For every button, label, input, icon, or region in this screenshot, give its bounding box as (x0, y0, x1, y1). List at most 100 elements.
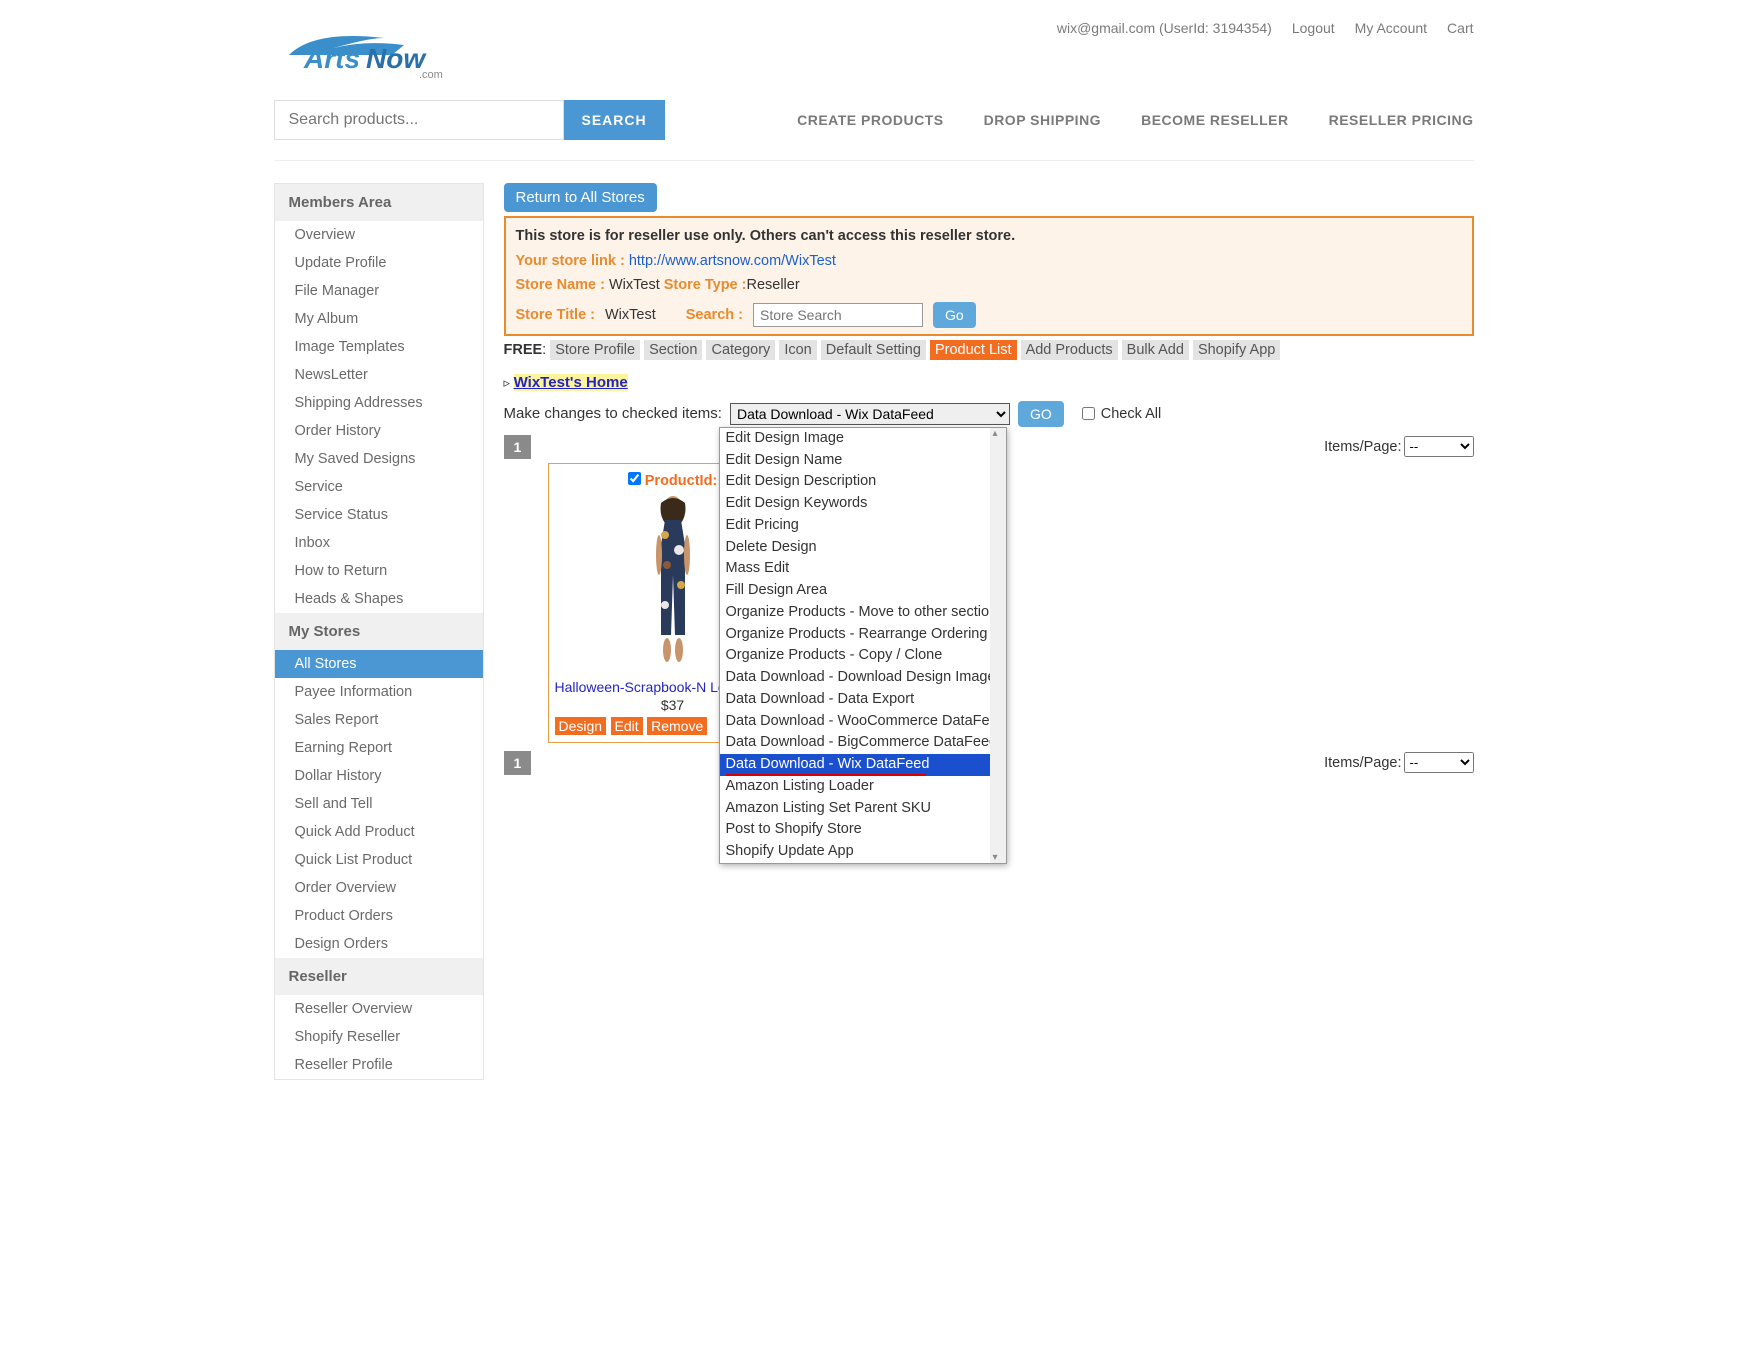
store-info-panel: This store is for reseller use only. Oth… (504, 216, 1474, 336)
items-per-page-select[interactable]: -- (1404, 436, 1474, 457)
product-checkbox[interactable] (628, 472, 641, 485)
members-area-header: Members Area (275, 184, 483, 221)
dropdown-item[interactable]: Organize Products - Copy / Clone (720, 645, 1006, 667)
tab-default-setting[interactable]: Default Setting (821, 340, 926, 360)
store-link[interactable]: http://www.artsnow.com/WixTest (629, 253, 836, 269)
sidebar-item-overview[interactable]: Overview (275, 221, 483, 249)
return-to-all-stores-button[interactable]: Return to All Stores (504, 183, 657, 212)
tab-store-profile[interactable]: Store Profile (550, 340, 640, 360)
dropdown-item[interactable]: Post to Shopify Store (720, 819, 1006, 841)
action-go-button[interactable]: GO (1018, 401, 1064, 427)
breadcrumb: WixTest's Home (504, 374, 1474, 391)
sidebar-item-how-to-return[interactable]: How to Return (275, 557, 483, 585)
product-remove-button[interactable]: Remove (647, 717, 707, 735)
store-search-input[interactable] (753, 303, 923, 327)
sidebar-item-sell-and-tell[interactable]: Sell and Tell (275, 790, 483, 818)
sidebar-item-service[interactable]: Service (275, 473, 483, 501)
dropdown-item[interactable]: Edit Design Image (720, 428, 1006, 450)
dropdown-item[interactable]: Edit Design Keywords (720, 493, 1006, 515)
sidebar-item-my-album[interactable]: My Album (275, 305, 483, 333)
sidebar-item-dollar-history[interactable]: Dollar History (275, 762, 483, 790)
sidebar-item-reseller-profile[interactable]: Reseller Profile (275, 1051, 483, 1079)
sidebar-item-shipping-addresses[interactable]: Shipping Addresses (275, 389, 483, 417)
sidebar-item-product-orders[interactable]: Product Orders (275, 902, 483, 930)
store-title-label: Store Title : (516, 303, 596, 328)
product-edit-button[interactable]: Edit (611, 717, 643, 735)
dropdown-item[interactable]: Data Download - Download Design Images (720, 667, 1006, 689)
tab-bulk-add[interactable]: Bulk Add (1122, 340, 1189, 360)
my-account-link[interactable]: My Account (1355, 20, 1427, 36)
dropdown-item[interactable]: Shopify Update App (720, 841, 1006, 863)
tab-section[interactable]: Section (644, 340, 702, 360)
tab-icon[interactable]: Icon (779, 340, 816, 360)
sidebar-item-shopify-reseller[interactable]: Shopify Reseller (275, 1023, 483, 1051)
sidebar-item-newsletter[interactable]: NewsLetter (275, 361, 483, 389)
product-design-button[interactable]: Design (555, 717, 607, 735)
action-select[interactable]: Data Download - Wix DataFeed (730, 403, 1010, 425)
tab-product-list[interactable]: Product List (930, 340, 1017, 360)
logout-link[interactable]: Logout (1292, 20, 1335, 36)
cart-link[interactable]: Cart (1447, 20, 1473, 36)
dropdown-item[interactable]: Data Download - Wix DataFeed (720, 754, 1006, 776)
items-per-page-label-bottom: Items/Page: (1324, 755, 1401, 771)
store-name-label: Store Name : (516, 277, 605, 293)
product-id-label: ProductId: (645, 473, 718, 489)
items-per-page-select-bottom[interactable]: -- (1404, 752, 1474, 773)
page-number-badge-bottom[interactable]: 1 (504, 751, 532, 775)
dropdown-item[interactable]: Organize Products - Rearrange Ordering (720, 624, 1006, 646)
dropdown-item[interactable]: Mass Edit (720, 558, 1006, 580)
dropdown-scrollbar[interactable] (990, 428, 1006, 863)
nav-drop-shipping[interactable]: DROP SHIPPING (984, 112, 1102, 128)
nav-reseller-pricing[interactable]: RESELLER PRICING (1329, 112, 1474, 128)
dropdown-item[interactable]: Edit Design Description (720, 471, 1006, 493)
sidebar-item-inbox[interactable]: Inbox (275, 529, 483, 557)
page-number-badge[interactable]: 1 (504, 435, 532, 459)
sidebar: Members Area OverviewUpdate ProfileFile … (274, 183, 484, 1080)
sidebar-item-design-orders[interactable]: Design Orders (275, 930, 483, 958)
action-dropdown-menu[interactable]: Edit Design ImageEdit Design NameEdit De… (719, 427, 1007, 864)
search-button[interactable]: SEARCH (564, 100, 665, 140)
breadcrumb-home-link[interactable]: WixTest's Home (514, 374, 628, 391)
dropdown-item[interactable]: Data Download - BigCommerce DataFeed (720, 732, 1006, 754)
sidebar-item-payee-information[interactable]: Payee Information (275, 678, 483, 706)
sidebar-item-reseller-overview[interactable]: Reseller Overview (275, 995, 483, 1023)
sidebar-item-file-manager[interactable]: File Manager (275, 277, 483, 305)
search-input[interactable] (274, 100, 564, 140)
sidebar-item-service-status[interactable]: Service Status (275, 501, 483, 529)
sidebar-item-heads-shapes[interactable]: Heads & Shapes (275, 585, 483, 613)
store-search-label: Search : (686, 303, 743, 328)
store-title-value: WixTest (605, 303, 656, 328)
sidebar-item-my-saved-designs[interactable]: My Saved Designs (275, 445, 483, 473)
sidebar-item-quick-add-product[interactable]: Quick Add Product (275, 818, 483, 846)
logo[interactable]: Arts Now .com (274, 20, 474, 80)
items-per-page-label: Items/Page: (1324, 439, 1401, 455)
nav-become-reseller[interactable]: BECOME RESELLER (1141, 112, 1289, 128)
nav-create-products[interactable]: CREATE PRODUCTS (797, 112, 943, 128)
svg-text:.com: .com (419, 69, 443, 80)
dropdown-item[interactable]: Delete Design (720, 537, 1006, 559)
sidebar-item-order-history[interactable]: Order History (275, 417, 483, 445)
check-all-label: Check All (1101, 406, 1161, 422)
sidebar-item-image-templates[interactable]: Image Templates (275, 333, 483, 361)
sidebar-item-all-stores[interactable]: All Stores (275, 650, 483, 678)
dropdown-item[interactable]: Organize Products - Move to other sectio… (720, 602, 1006, 624)
dropdown-item[interactable]: Amazon Listing Loader (720, 776, 1006, 798)
sidebar-item-order-overview[interactable]: Order Overview (275, 874, 483, 902)
sidebar-item-earning-report[interactable]: Earning Report (275, 734, 483, 762)
store-search-go-button[interactable]: Go (933, 302, 976, 328)
dropdown-item[interactable]: Edit Pricing (720, 515, 1006, 537)
tab-shopify-app[interactable]: Shopify App (1193, 340, 1280, 360)
sidebar-item-update-profile[interactable]: Update Profile (275, 249, 483, 277)
dropdown-item[interactable]: Data Download - Data Export (720, 689, 1006, 711)
dropdown-item[interactable]: Fill Design Area (720, 580, 1006, 602)
tab-category[interactable]: Category (706, 340, 775, 360)
tab-add-products[interactable]: Add Products (1021, 340, 1118, 360)
dropdown-item[interactable]: Amazon Listing Set Parent SKU (720, 798, 1006, 820)
dropdown-item[interactable]: Edit Design Name (720, 450, 1006, 472)
dropdown-item[interactable]: Data Download - WooCommerce DataFeed (720, 711, 1006, 733)
sidebar-item-sales-report[interactable]: Sales Report (275, 706, 483, 734)
user-info: wix@gmail.com (UserId: 3194354) (1057, 20, 1272, 36)
check-all-checkbox[interactable] (1082, 407, 1095, 420)
sidebar-item-quick-list-product[interactable]: Quick List Product (275, 846, 483, 874)
svg-text:Arts: Arts (303, 43, 360, 74)
